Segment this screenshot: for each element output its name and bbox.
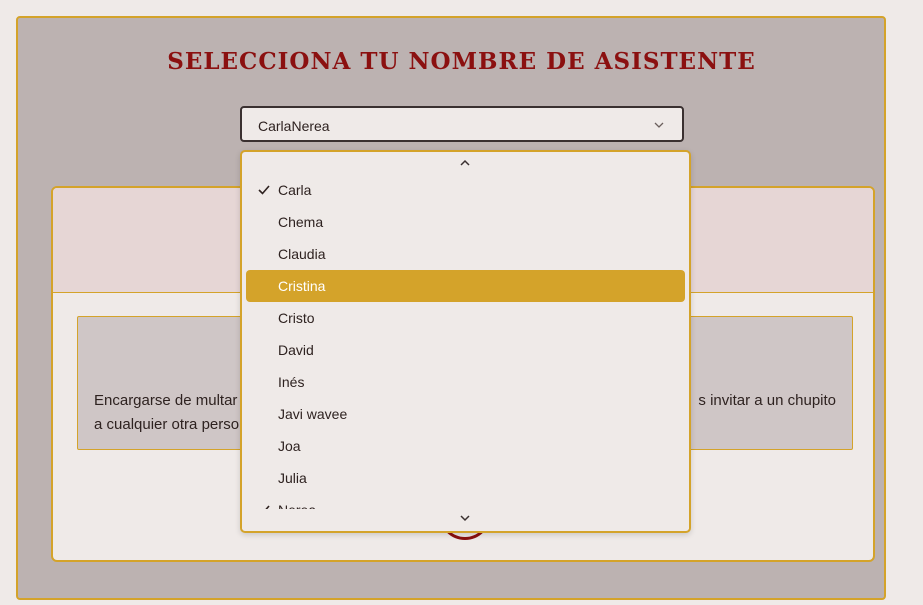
option-label: Joa [278,438,301,454]
scroll-up-button[interactable] [242,154,689,174]
option-label: Cristina [278,278,326,294]
option-inés[interactable]: Inés [246,366,685,398]
attendee-select[interactable]: CarlaNerea [240,106,684,142]
chevron-down-icon [460,515,470,522]
option-label: Chema [278,214,324,230]
options-list: Carla Chema Claudia Cristina Cristo David Inés… [246,174,685,526]
option-cristo[interactable]: Cristo [246,302,685,334]
chevron-up-icon [460,159,470,166]
attendee-dropdown-list[interactable]: Carla Chema Claudia Cristina Cristo David Inés… [240,150,691,533]
option-label: Inés [278,374,305,390]
chevron-down-icon [654,122,664,128]
check-icon [258,185,270,195]
option-joa[interactable]: Joa [246,430,685,462]
scroll-down-button[interactable] [242,509,689,529]
option-claudia[interactable]: Claudia [246,238,685,270]
task-text-left: Encargarse de multar a a cualquier otra … [94,392,256,433]
option-label: David [278,342,314,358]
option-label: Cristo [278,310,315,326]
option-julia[interactable]: Julia [246,462,685,494]
option-cristina[interactable]: Cristina [246,270,685,302]
option-label: Carla [278,182,312,198]
option-chema[interactable]: Chema [246,206,685,238]
option-carla[interactable]: Carla [246,174,685,206]
option-david[interactable]: David [246,334,685,366]
select-value: CarlaNerea [258,118,330,134]
option-label: Javi wavee [278,406,348,422]
option-label: Claudia [278,246,326,262]
option-javi-wavee[interactable]: Javi wavee [246,398,685,430]
page-title: SELECCIONA TU NOMBRE DE ASISTENTE [167,48,756,75]
task-text-right: s invitar a un chupito [698,392,836,409]
option-label: Julia [278,470,307,486]
